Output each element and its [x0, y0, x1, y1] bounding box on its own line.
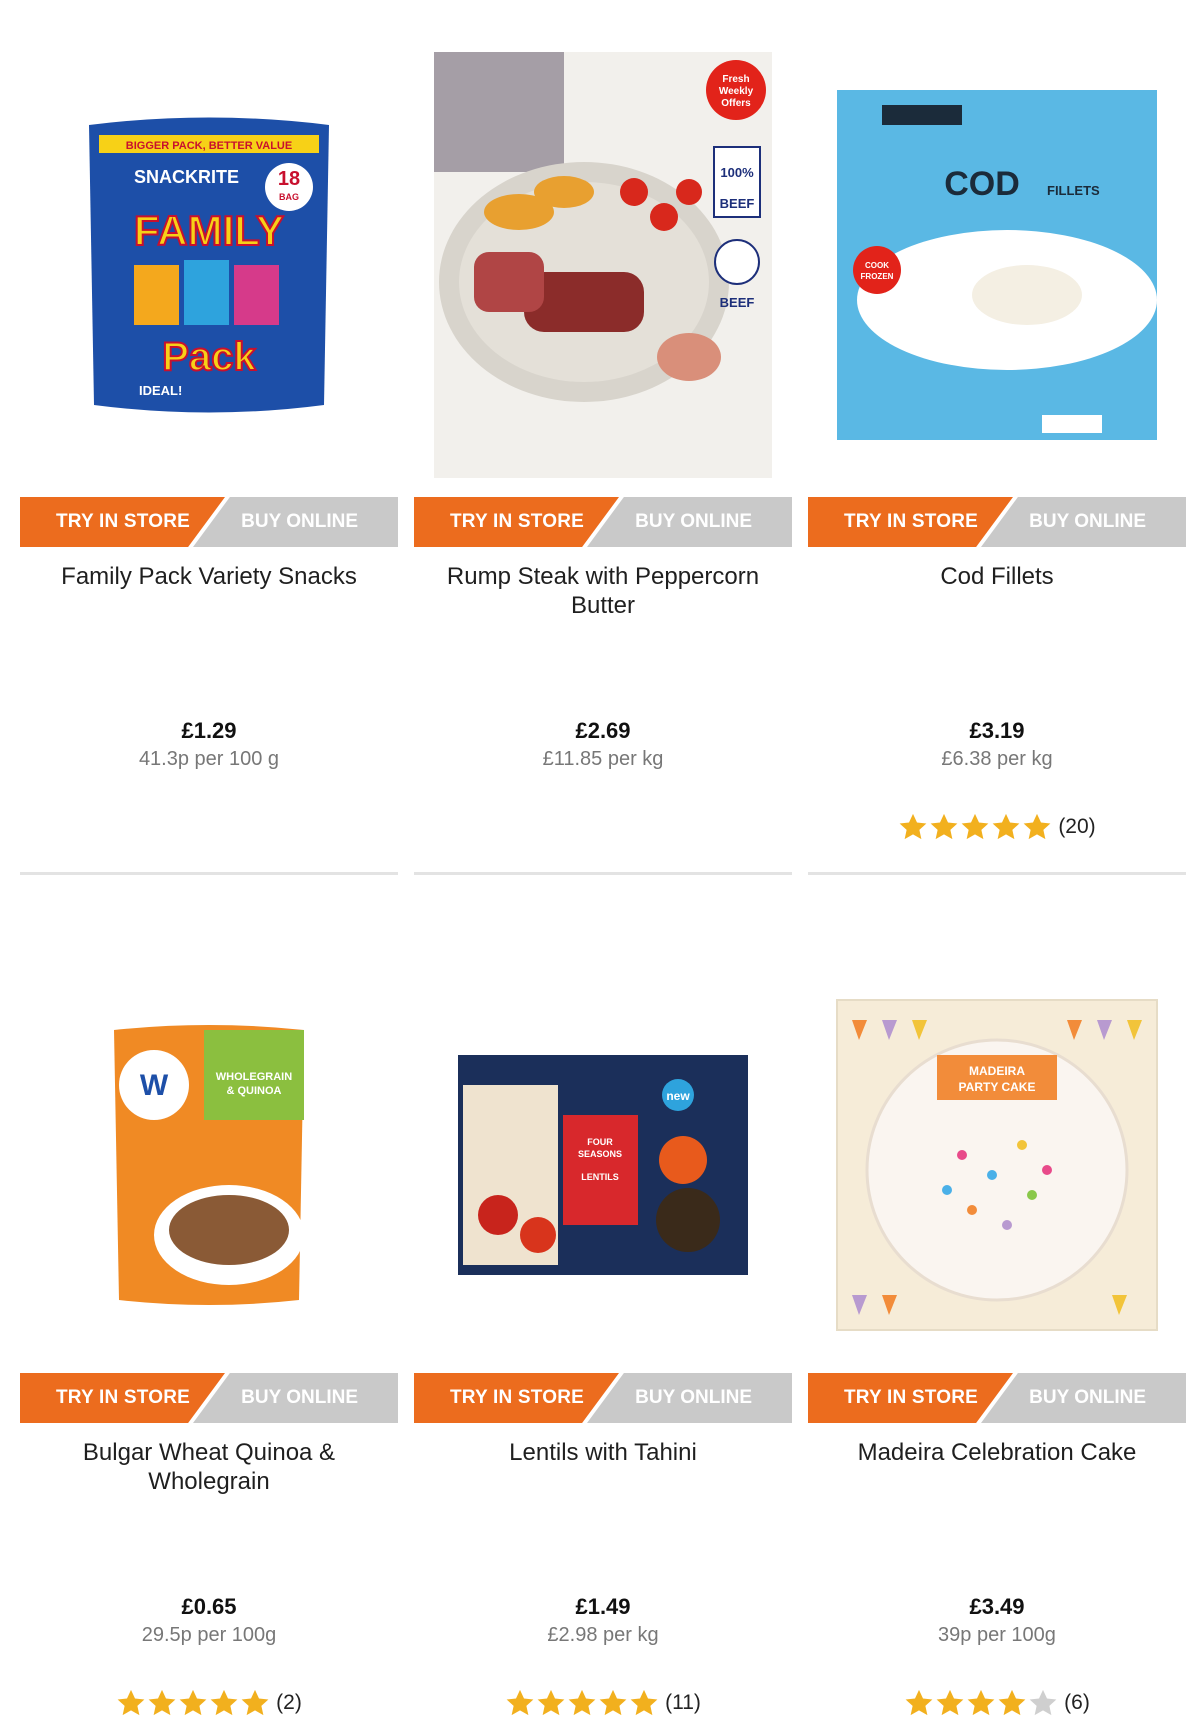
star-filled-icon	[568, 1689, 596, 1716]
star-filled-icon	[210, 1689, 238, 1716]
rating[interactable]: (11)	[414, 1688, 792, 1718]
tray-image: FOUR SEASONS LENTILS new	[458, 1055, 748, 1275]
star-filled-icon	[599, 1689, 627, 1716]
star-filled-icon	[905, 1689, 933, 1716]
star-rating	[116, 1688, 270, 1718]
star-filled-icon	[630, 1689, 658, 1716]
star-filled-icon	[241, 1689, 269, 1716]
svg-text:new: new	[666, 1089, 690, 1103]
unit-price: £2.98 per kg	[547, 1624, 659, 1646]
svg-text:& QUINOA: & QUINOA	[227, 1085, 282, 1097]
product-image-tray[interactable]: FOUR SEASONS LENTILS new	[414, 950, 792, 1380]
pouch-image: W WHOLEGRAIN & QUINOA	[114, 1025, 304, 1305]
product-card[interactable]: FOUR SEASONS LENTILS new TRY IN STORE BU…	[414, 0, 792, 1716]
unit-price: 39p per 100g	[938, 1624, 1056, 1646]
star-filled-icon	[117, 1689, 145, 1716]
review-count[interactable]: (2)	[276, 1691, 302, 1715]
star-rating	[904, 1688, 1058, 1718]
buy-online-button[interactable]: BUY ONLINE	[981, 1373, 1186, 1423]
try-in-store-button[interactable]: TRY IN STORE	[808, 1373, 1013, 1423]
buy-online-button[interactable]: BUY ONLINE	[193, 1373, 398, 1423]
product-card[interactable]: W WHOLEGRAIN & QUINOA TRY IN STORE BUY O…	[20, 0, 398, 1716]
svg-text:MADEIRA: MADEIRA	[969, 1064, 1025, 1078]
product-price: £1.49	[575, 1594, 631, 1619]
star-filled-icon	[506, 1689, 534, 1716]
svg-text:SEASONS: SEASONS	[578, 1149, 622, 1159]
product-image-cake[interactable]: MADEIRA PARTY CAKE	[808, 950, 1186, 1380]
try-in-store-button[interactable]: TRY IN STORE	[20, 1373, 225, 1423]
unit-price: 29.5p per 100g	[141, 1624, 277, 1646]
card-divider	[808, 872, 1186, 875]
card-divider	[20, 872, 398, 875]
star-filled-icon	[148, 1689, 176, 1716]
try-in-store-button[interactable]: TRY IN STORE	[414, 1373, 619, 1423]
product-grid-row-2: W WHOLEGRAIN & QUINOA TRY IN STORE BUY O…	[20, 0, 1186, 1716]
star-filled-icon	[998, 1689, 1026, 1716]
product-name[interactable]: Lentils with Tahini	[424, 1438, 782, 1467]
review-count[interactable]: (6)	[1064, 1691, 1090, 1715]
svg-text:WHOLEGRAIN: WHOLEGRAIN	[216, 1071, 292, 1083]
rating[interactable]: (2)	[20, 1688, 398, 1718]
product-card[interactable]: MADEIRA PARTY CAKE TRY IN STORE BUY ONLI…	[808, 0, 1186, 1716]
star-filled-icon	[936, 1689, 964, 1716]
star-filled-icon	[537, 1689, 565, 1716]
product-image-pouch[interactable]: W WHOLEGRAIN & QUINOA	[20, 950, 398, 1380]
star-filled-icon	[967, 1689, 995, 1716]
product-price: £0.65	[181, 1594, 237, 1619]
cake-box-image: MADEIRA PARTY CAKE	[836, 999, 1158, 1331]
buy-online-button[interactable]: BUY ONLINE	[587, 1373, 792, 1423]
star-empty-icon	[1029, 1689, 1057, 1716]
purchase-options: TRY IN STORE BUY ONLINE	[20, 1373, 398, 1423]
rating[interactable]: (6)	[808, 1688, 1186, 1718]
review-count[interactable]: (11)	[665, 1691, 701, 1715]
svg-text:PARTY CAKE: PARTY CAKE	[959, 1080, 1036, 1094]
product-name[interactable]: Bulgar Wheat Quinoa & Wholegrain	[30, 1438, 388, 1496]
svg-text:FOUR: FOUR	[587, 1137, 613, 1147]
product-price: £3.49	[969, 1594, 1025, 1619]
product-name[interactable]: Madeira Celebration Cake	[818, 1438, 1176, 1467]
purchase-options: TRY IN STORE BUY ONLINE	[414, 1373, 792, 1423]
svg-text:W: W	[140, 1069, 169, 1102]
star-filled-icon	[179, 1689, 207, 1716]
star-rating	[505, 1688, 659, 1718]
card-divider	[414, 872, 792, 875]
svg-text:LENTILS: LENTILS	[581, 1172, 619, 1182]
purchase-options: TRY IN STORE BUY ONLINE	[808, 1373, 1186, 1423]
